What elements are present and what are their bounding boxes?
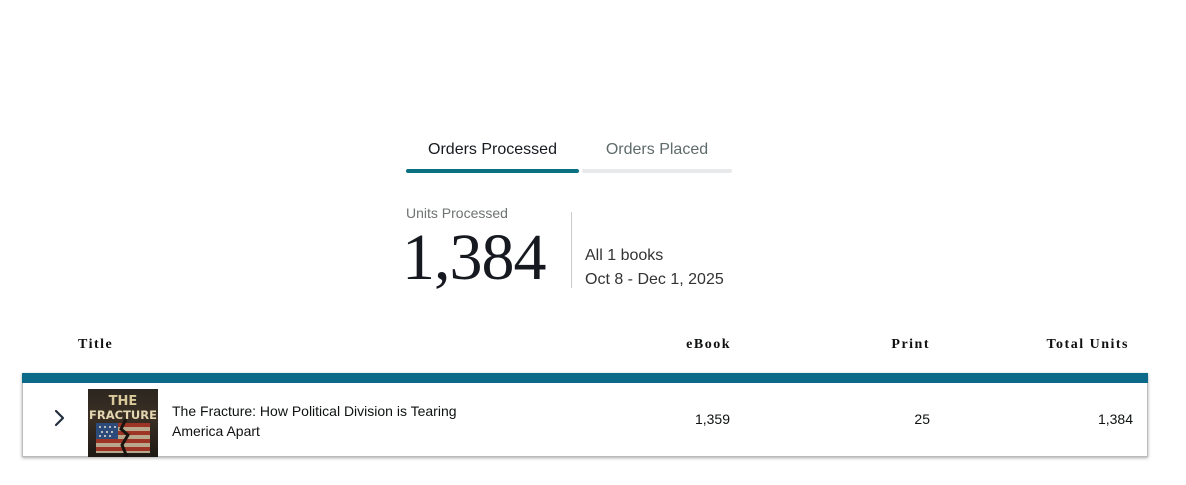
- sales-table: THE FRACTURE The Fracture: How Political…: [22, 373, 1148, 457]
- column-header-print: Print: [891, 337, 930, 352]
- report-tabs: Orders Processed Orders Placed: [406, 138, 732, 174]
- total-units: 1,384: [1097, 411, 1133, 427]
- table-header-bar: [22, 373, 1148, 383]
- summary-books-count: All 1 books: [585, 247, 664, 264]
- tab-orders-processed[interactable]: Orders Processed: [406, 138, 579, 174]
- ebook-units: 1,359: [694, 411, 730, 427]
- chevron-right-icon[interactable]: [49, 408, 69, 428]
- book-cover-title-top: THE: [109, 394, 138, 409]
- tab-orders-processed-label: Orders Processed: [428, 141, 557, 158]
- column-header-ebook: eBook: [686, 337, 731, 352]
- column-header-total-units: Total Units: [1046, 337, 1129, 352]
- column-header-title: Title: [78, 337, 114, 352]
- print-units: 25: [914, 411, 930, 427]
- book-title-link[interactable]: The Fracture: How Political Division is …: [172, 401, 482, 441]
- book-cover-image: THE FRACTURE: [88, 389, 158, 457]
- summary-date-range: Oct 8 - Dec 1, 2025: [585, 271, 724, 288]
- summary-divider: [571, 212, 572, 288]
- tab-orders-placed[interactable]: Orders Placed: [582, 138, 732, 174]
- tab-orders-placed-label: Orders Placed: [605, 141, 709, 158]
- book-cover-title-bottom: FRACTURE: [89, 408, 157, 422]
- units-processed-value: 1,384: [402, 221, 546, 294]
